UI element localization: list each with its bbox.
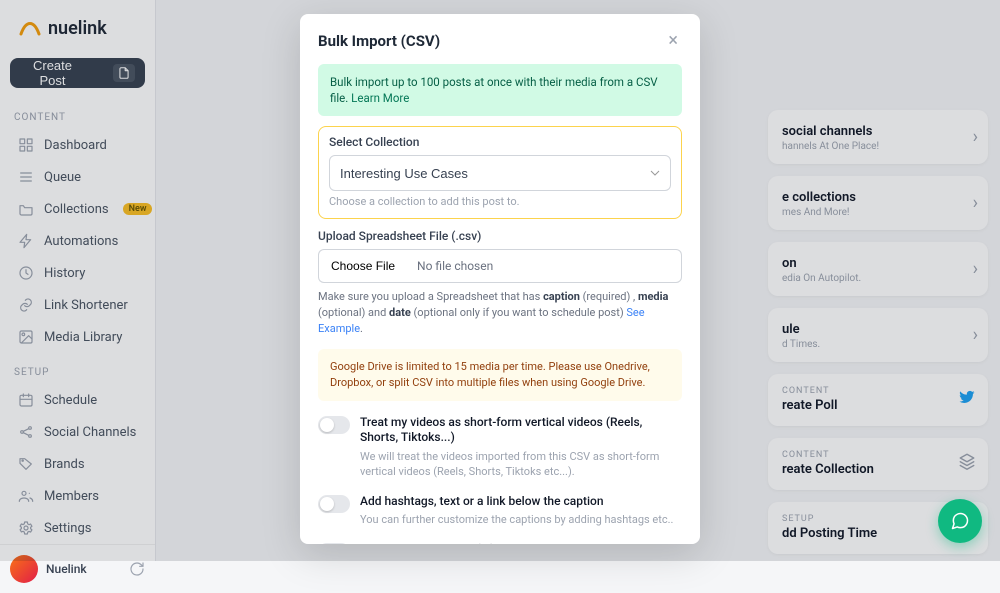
toggle-draft: Mark the posts as draft for later review… bbox=[318, 542, 682, 544]
toggle-sub: You can further customize the captions b… bbox=[360, 512, 673, 527]
upload-label: Upload Spreadsheet File (.csv) bbox=[318, 229, 682, 243]
toggle-switch[interactable] bbox=[318, 416, 350, 434]
modal-title: Bulk Import (CSV) bbox=[318, 32, 440, 50]
workspace-name: Nuelink bbox=[46, 562, 87, 576]
learn-more-link[interactable]: Learn More bbox=[351, 91, 409, 105]
chat-icon bbox=[950, 511, 970, 531]
file-name-display: No file chosen bbox=[407, 249, 682, 283]
toggle-title: Treat my videos as short-form vertical v… bbox=[360, 415, 682, 446]
close-icon[interactable]: × bbox=[664, 30, 682, 52]
toggle-sub: We will treat the videos imported from t… bbox=[360, 449, 682, 480]
toggle-switch[interactable] bbox=[318, 495, 350, 513]
bulk-import-modal: Bulk Import (CSV) × Bulk import up to 10… bbox=[300, 14, 700, 544]
toggle-switch[interactable] bbox=[318, 543, 350, 544]
collection-select[interactable]: Interesting Use Cases bbox=[329, 155, 671, 191]
toggle-hashtags: Add hashtags, text or a link below the c… bbox=[318, 494, 682, 528]
collection-field: Select Collection Interesting Use Cases … bbox=[318, 126, 682, 219]
chat-widget-button[interactable] bbox=[938, 499, 982, 543]
choose-file-button[interactable]: Choose File bbox=[318, 249, 407, 283]
file-input: Choose File No file chosen bbox=[318, 249, 682, 283]
info-alert: Bulk import up to 100 posts at once with… bbox=[318, 64, 682, 116]
gdrive-warning: Google Drive is limited to 15 media per … bbox=[318, 349, 682, 401]
upload-helper: Make sure you upload a Spreadsheet that … bbox=[318, 289, 682, 337]
select-collection-label: Select Collection bbox=[329, 135, 671, 149]
toggle-title: Add hashtags, text or a link below the c… bbox=[360, 494, 673, 510]
toggle-shortform: Treat my videos as short-form vertical v… bbox=[318, 415, 682, 480]
refresh-icon[interactable] bbox=[129, 561, 145, 577]
select-helper: Choose a collection to add this post to. bbox=[329, 195, 671, 208]
toggle-title: Mark the posts as draft for later review… bbox=[360, 542, 590, 544]
